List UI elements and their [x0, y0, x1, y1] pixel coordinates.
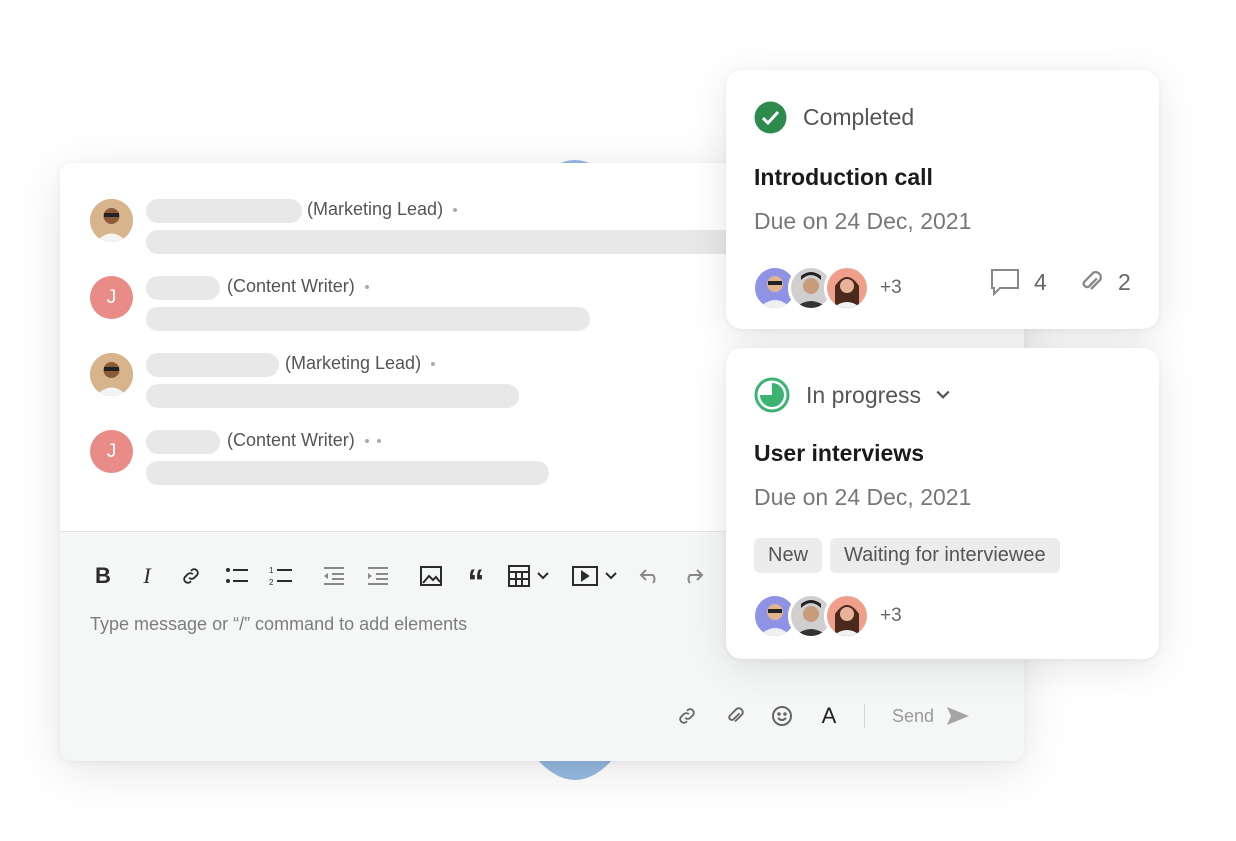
numbered-list-icon[interactable]: 12: [267, 562, 295, 590]
name-placeholder: [146, 430, 220, 454]
assignee-avatars[interactable]: +3: [752, 265, 902, 311]
role-label: (Marketing Lead): [285, 353, 436, 374]
check-circle-icon: [754, 101, 787, 133]
chevron-down-icon: [936, 390, 950, 399]
redo-icon[interactable]: [680, 562, 706, 590]
role-label: (Content Writer): [227, 276, 369, 297]
status-badge[interactable]: Completed: [754, 100, 914, 134]
link-icon[interactable]: [674, 702, 700, 730]
editor-actions: A Send: [674, 702, 994, 732]
quote-icon[interactable]: “: [462, 562, 490, 599]
comments-count[interactable]: 4: [990, 268, 1047, 296]
tag-list: New Waiting for interviewee: [754, 538, 1068, 573]
name-placeholder: [146, 276, 220, 300]
status-dropdown[interactable]: In progress: [754, 377, 951, 413]
svg-text:1: 1: [269, 566, 274, 575]
outdent-icon[interactable]: [320, 562, 348, 590]
message-placeholder: [146, 307, 590, 331]
attachment-icon[interactable]: [722, 702, 748, 730]
indent-icon[interactable]: [364, 562, 392, 590]
message-placeholder: [146, 384, 519, 408]
send-icon: [947, 707, 970, 725]
more-assignees: +3: [880, 605, 902, 626]
message-placeholder: [146, 230, 786, 254]
message-placeholder: [146, 461, 549, 485]
table-icon[interactable]: [506, 562, 552, 590]
task-card[interactable]: Completed Introduction call Due on 24 De…: [726, 70, 1159, 329]
avatar: [90, 353, 133, 396]
send-button[interactable]: Send: [886, 702, 976, 730]
message-input[interactable]: Type message or “/” command to add eleme…: [90, 614, 467, 635]
name-placeholder: [146, 353, 279, 377]
more-assignees: +3: [880, 277, 902, 298]
chevron-down-icon: [605, 572, 617, 580]
avatar: [824, 265, 870, 311]
avatar: J: [90, 276, 133, 319]
task-title[interactable]: Introduction call: [754, 164, 933, 191]
bullet-list-icon[interactable]: [223, 562, 251, 590]
svg-text:2: 2: [269, 578, 274, 587]
avatar: J: [90, 430, 133, 473]
task-title[interactable]: User interviews: [754, 440, 924, 467]
chevron-down-icon: [537, 572, 549, 580]
role-label: (Marketing Lead): [307, 199, 458, 220]
text-format-icon[interactable]: A: [816, 702, 842, 730]
editor-toolbar: B I 12 “: [90, 562, 710, 599]
attachment-icon: [1082, 271, 1102, 290]
task-card[interactable]: In progress User interviews Due on 24 De…: [726, 348, 1159, 659]
role-label: (Content Writer): [227, 430, 381, 451]
italic-icon[interactable]: I: [134, 562, 160, 590]
attachments-count[interactable]: 2: [1078, 268, 1131, 296]
tag[interactable]: Waiting for interviewee: [830, 538, 1060, 573]
avatar: [824, 593, 870, 639]
image-icon[interactable]: [417, 562, 445, 590]
emoji-icon[interactable]: [769, 702, 795, 730]
assignee-avatars[interactable]: +3: [752, 593, 902, 639]
tag[interactable]: New: [754, 538, 823, 573]
progress-icon: [754, 377, 790, 413]
due-date: Due on 24 Dec, 2021: [754, 484, 972, 510]
link-icon[interactable]: [178, 562, 204, 590]
divider: [864, 704, 865, 728]
avatar: [90, 199, 133, 242]
video-icon[interactable]: [570, 562, 620, 590]
name-placeholder: [146, 199, 302, 223]
comment-icon: [991, 269, 1019, 296]
undo-icon[interactable]: [637, 562, 663, 590]
bold-icon[interactable]: B: [90, 562, 116, 590]
due-date: Due on 24 Dec, 2021: [754, 208, 972, 234]
